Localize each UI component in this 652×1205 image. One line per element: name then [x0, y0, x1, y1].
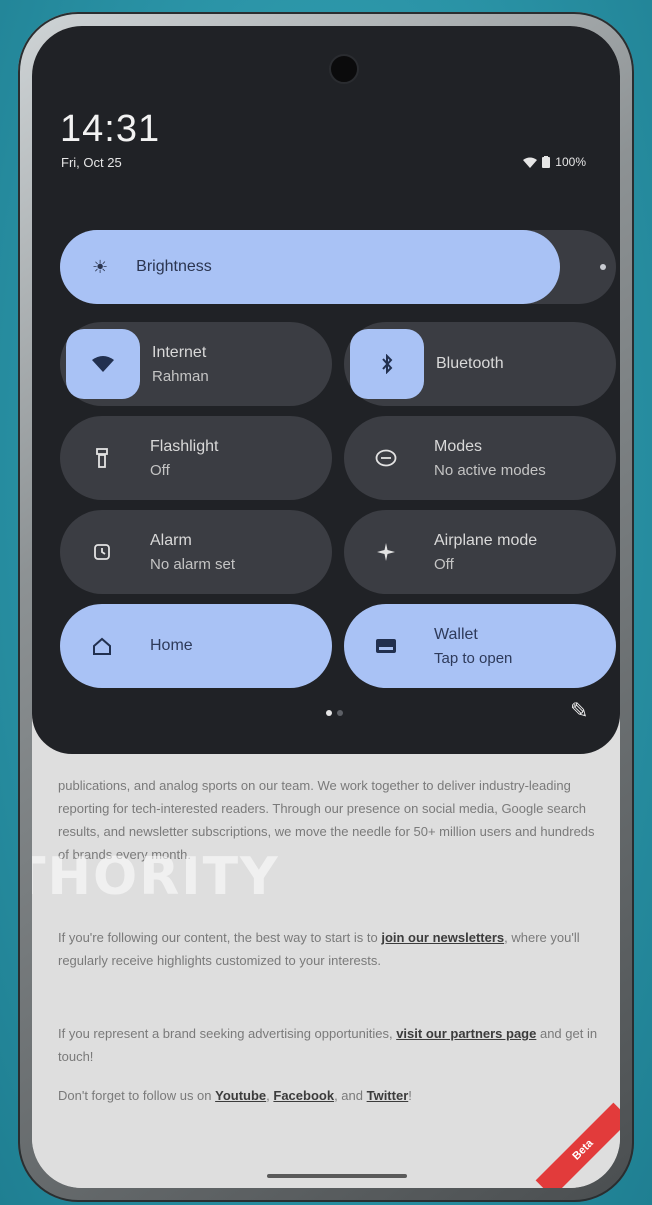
wifi-icon	[66, 329, 140, 399]
tile-subtitle: Rahman	[152, 367, 209, 385]
tile-airplane-mode[interactable]: Airplane mode Off	[344, 510, 616, 594]
tile-title: Bluetooth	[436, 355, 504, 372]
tile-alarm[interactable]: Alarm No alarm set	[60, 510, 332, 594]
tile-modes[interactable]: Modes No active modes	[344, 416, 616, 500]
tile-subtitle: Off	[150, 461, 170, 479]
brightness-slider[interactable]: ☀ Brightness	[60, 230, 616, 304]
tile-subtitle: Off	[434, 555, 454, 573]
page-indicator	[326, 710, 343, 716]
battery-icon	[542, 156, 551, 168]
airplane-icon	[350, 516, 422, 588]
partners-page-link[interactable]: visit our partners page	[396, 1026, 536, 1041]
tile-subtitle: No active modes	[434, 461, 546, 479]
tile-home[interactable]: Home	[60, 604, 332, 688]
edit-pencil-icon[interactable]: ✎	[570, 698, 588, 724]
brightness-icon: ☀	[92, 256, 109, 277]
tile-bluetooth[interactable]: Bluetooth	[344, 322, 616, 406]
watermark-text: THORITY	[32, 847, 280, 907]
gesture-home-bar[interactable]	[267, 1174, 407, 1178]
tile-title: Alarm	[150, 531, 192, 549]
tile-internet[interactable]: Internet Rahman	[60, 322, 332, 406]
tile-wallet[interactable]: Wallet Tap to open	[344, 604, 616, 688]
facebook-link[interactable]: Facebook	[273, 1088, 334, 1103]
tile-subtitle: No alarm set	[150, 555, 236, 573]
tile-title: Modes	[434, 437, 483, 455]
paragraph-text: Don't forget to follow us on	[58, 1088, 216, 1103]
front-camera	[329, 54, 359, 84]
tile-title: Home	[150, 637, 193, 654]
paragraph-text: !	[408, 1088, 412, 1103]
tile-title: Airplane mode	[434, 531, 538, 549]
flashlight-icon	[66, 422, 138, 494]
twitter-link[interactable]: Twitter	[367, 1088, 409, 1103]
brightness-slider-fill[interactable]: ☀ Brightness	[60, 230, 560, 304]
beta-badge: Beta	[535, 1102, 620, 1188]
tile-title: Flashlight	[150, 437, 219, 455]
tile-flashlight[interactable]: Flashlight Off	[60, 416, 332, 500]
tile-subtitle: Tap to open	[434, 649, 513, 667]
home-icon	[66, 610, 138, 682]
date-label: Fri, Oct 25	[61, 155, 122, 170]
paragraph-text: following our content, the best way to s…	[107, 930, 382, 945]
clock[interactable]: 14:31	[60, 108, 160, 151]
paragraph-text: If you represent a brand seeking adverti…	[58, 1026, 397, 1041]
modes-icon	[350, 422, 422, 494]
alarm-icon	[66, 516, 138, 588]
article-paragraph-3: If you represent a brand seeking adverti…	[58, 1022, 598, 1068]
paragraph-text: , and	[334, 1088, 367, 1103]
brightness-label: Brightness	[136, 258, 212, 275]
youtube-link[interactable]: Youtube	[215, 1088, 266, 1103]
article-paragraph-4: Don't forget to follow us on Youtube, Fa…	[58, 1084, 598, 1107]
paragraph-text: If you're	[58, 930, 108, 945]
battery-percent: 100%	[555, 155, 586, 169]
join-newsletters-link[interactable]: join our newsletters	[381, 930, 504, 945]
brightness-slider-end	[600, 264, 606, 270]
article-paragraph-2: If you're following our content, the bes…	[58, 926, 598, 972]
tile-title: Internet	[152, 343, 207, 361]
tile-title: Wallet	[434, 625, 478, 643]
quick-settings-shade: 14:31 Fri, Oct 25 100% ☀ Brightness Inte…	[32, 26, 620, 754]
wallet-icon	[350, 610, 422, 682]
wifi-status-icon	[523, 157, 538, 168]
phone-screen: publications, and analog sports on our t…	[32, 26, 620, 1188]
bluetooth-icon	[350, 329, 424, 399]
status-icons: 100%	[523, 155, 586, 169]
page-dot-current	[326, 710, 332, 716]
page-dot	[337, 710, 343, 716]
